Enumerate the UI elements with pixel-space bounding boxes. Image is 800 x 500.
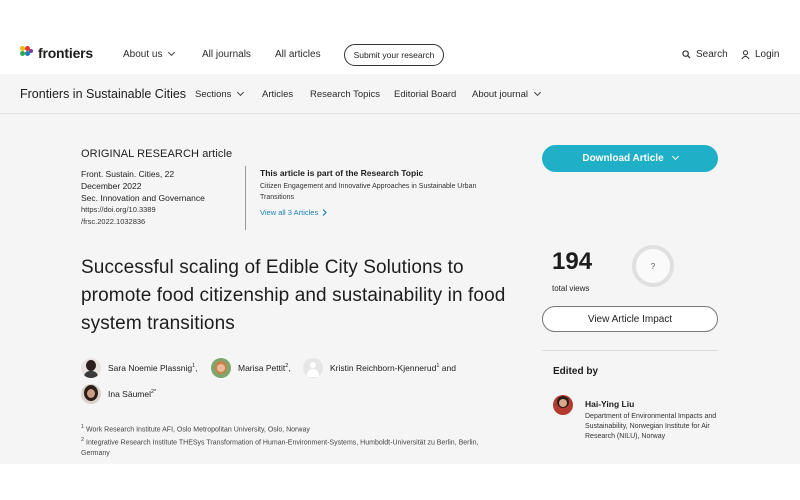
journal-nav-articles[interactable]: Articles: [262, 89, 293, 100]
author-affiliation-sup: 2*: [151, 389, 157, 396]
doi-line-1[interactable]: https://doi.org/10.3389: [81, 204, 241, 216]
author-name: Kristin Reichborn-Kjennerud: [330, 363, 437, 373]
nav-about-us-label: About us: [123, 49, 163, 60]
journal-nav-about-journal[interactable]: About journal: [472, 88, 542, 100]
affiliation-text: Work Research Institute AFI, Oslo Metrop…: [86, 426, 310, 434]
author-name: Marisa Pettit: [238, 363, 286, 373]
page-bottom: [0, 464, 800, 500]
login-button[interactable]: Login: [741, 49, 779, 60]
altmetric-placeholder: ?: [650, 261, 656, 271]
journal-nav-sections[interactable]: Sections: [195, 88, 245, 100]
journal-nav-articles-label: Articles: [262, 89, 294, 100]
research-topic-block: This article is part of the Research Top…: [260, 168, 500, 217]
altmetric-badge[interactable]: ?: [632, 245, 674, 287]
citation-date: December 2022: [81, 181, 142, 191]
article-type: ORIGINAL RESEARCH article: [81, 148, 233, 160]
search-label: Search: [696, 49, 728, 60]
search-icon: [682, 50, 691, 59]
author-avatar: [81, 358, 101, 378]
citation-journal: Front. Sustain. Cities, 22: [81, 169, 175, 179]
chevron-down-icon: [671, 152, 679, 161]
frontiers-logo-icon: [20, 46, 34, 60]
journal-nav-about-journal-label: About journal: [472, 89, 528, 100]
journal-nav-research-topics-label: Research Topics: [310, 89, 381, 100]
author-separator: ,: [288, 363, 291, 373]
author-item[interactable]: Kristin Reichborn-Kjennerud1 and: [303, 358, 456, 378]
divider: [245, 166, 246, 230]
chevron-down-icon: [533, 88, 542, 97]
download-article-button[interactable]: Download Article: [542, 145, 718, 172]
view-all-articles-label: View all 3 Articles: [260, 208, 319, 217]
journal-nav-editorial-board-label: Editorial Board: [394, 89, 457, 100]
affiliation-item: 2 Integrative Research Institute THESys …: [81, 435, 501, 458]
affiliation-sup: 1: [81, 424, 85, 430]
journal-nav-sections-label: Sections: [195, 89, 232, 100]
sidebar-divider: [542, 350, 718, 351]
chevron-right-icon: [322, 209, 328, 216]
research-topic-header: This article is part of the Research Top…: [260, 168, 424, 178]
nav-all-articles[interactable]: All articles: [275, 49, 321, 60]
editor-name[interactable]: Hai-Ying Liu: [585, 399, 634, 409]
journal-nav-research-topics[interactable]: Research Topics: [310, 89, 380, 100]
nav-all-journals[interactable]: All journals: [202, 49, 251, 60]
view-all-articles-link[interactable]: View all 3 Articles: [260, 208, 500, 217]
citation-block: Front. Sustain. Cities, 22 December 2022…: [81, 168, 241, 228]
author-item[interactable]: Ina Säumel2*: [81, 384, 156, 404]
affiliation-text: Integrative Research Institute THESys Tr…: [81, 439, 479, 457]
author-avatar: [81, 384, 101, 404]
nav-all-journals-label: All journals: [202, 49, 251, 60]
author-avatar: [211, 358, 231, 378]
affiliation-sup: 2: [81, 437, 85, 444]
author-name: Sara Noemie Plassnig: [108, 363, 193, 373]
login-label: Login: [755, 49, 780, 60]
author-item[interactable]: Sara Noemie Plassnig1,: [81, 358, 198, 378]
nav-about-us[interactable]: About us: [123, 48, 176, 60]
editor-affiliation: Department of Environmental Impacts and …: [585, 413, 717, 440]
doi-line-2[interactable]: /frsc.2022.1032836: [81, 216, 241, 228]
editor-avatar: [553, 395, 573, 415]
edited-by-heading: Edited by: [553, 366, 599, 377]
article-title: Successful scaling of Edible City Soluti…: [81, 257, 506, 334]
affiliations-list: 1 Work Research Institute AFI, Oslo Metr…: [81, 422, 501, 459]
submit-research-button[interactable]: Submit your research: [344, 44, 444, 66]
user-icon: [741, 49, 750, 59]
research-topic-name[interactable]: Citizen Engagement and Innovative Approa…: [260, 181, 500, 203]
top-navigation-bar: frontiers About us All journals All arti…: [0, 0, 800, 74]
article-main: ORIGINAL RESEARCH article Front. Sustain…: [0, 114, 800, 464]
author-separator: and: [439, 363, 456, 373]
chevron-down-icon: [237, 88, 245, 97]
journal-navigation-bar: Frontiers in Sustainable Cities Sections…: [0, 74, 800, 114]
logo-text: frontiers: [38, 45, 93, 61]
citation-section: Sec. Innovation and Governance: [81, 193, 205, 203]
affiliation-item: 1 Work Research Institute AFI, Oslo Metr…: [81, 422, 501, 435]
author-separator: ,: [195, 363, 198, 373]
chevron-down-icon: [168, 48, 176, 57]
author-item[interactable]: Marisa Pettit2,: [211, 358, 291, 378]
author-avatar-placeholder: [303, 358, 323, 378]
download-article-label: Download Article: [582, 153, 664, 164]
frontiers-logo[interactable]: frontiers: [20, 45, 93, 61]
views-label: total views: [552, 284, 590, 293]
search-button[interactable]: Search: [682, 49, 728, 60]
view-article-impact-button[interactable]: View Article Impact: [542, 306, 718, 332]
author-name: Ina Säumel: [108, 389, 151, 399]
views-count: 194: [552, 248, 593, 275]
journal-nav-editorial-board[interactable]: Editorial Board: [394, 89, 456, 100]
nav-all-articles-label: All articles: [275, 49, 321, 60]
journal-title[interactable]: Frontiers in Sustainable Cities: [20, 87, 186, 101]
